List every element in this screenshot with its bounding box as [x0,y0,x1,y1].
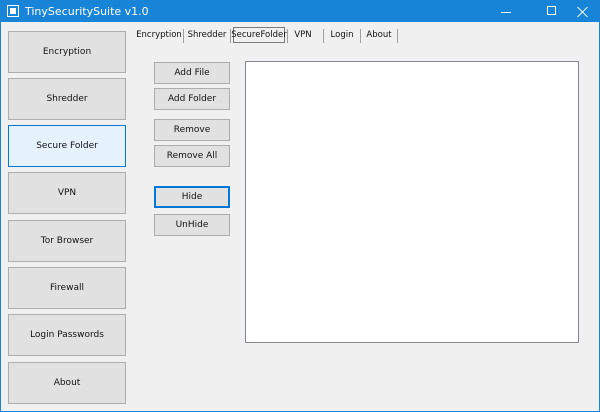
sidebar-item-label: Firewall [50,283,84,293]
tab-vpn[interactable]: VPN [290,27,316,43]
tab-login[interactable]: Login [326,27,358,43]
sidebar-item-label: Shredder [46,94,88,104]
sidebar-item-tor-browser[interactable]: Tor Browser [8,220,126,262]
remove-button[interactable]: Remove [154,119,230,141]
remove-all-button[interactable]: Remove All [154,145,230,167]
sidebar-item-vpn[interactable]: VPN [8,172,126,214]
sidebar-item-label: Encryption [42,47,92,57]
maximize-button[interactable] [535,1,569,22]
tab-securefolder[interactable]: SecureFolder [231,27,287,43]
sidebar-item-label: Secure Folder [36,141,98,151]
sidebar-item-label: Login Passwords [30,330,104,340]
tab-encryption[interactable]: Encryption [136,27,182,43]
hide-button[interactable]: Hide [154,186,230,208]
sidebar-item-label: About [53,378,81,388]
tab-divider [183,29,184,43]
sidebar-item-encryption[interactable]: Encryption [8,31,126,73]
tab-divider [323,29,324,43]
sidebar-item-shredder[interactable]: Shredder [8,78,126,120]
tab-strip: Encryption Shredder SecureFolder VPN Log… [134,27,594,45]
minimize-button[interactable] [489,1,523,22]
tab-divider [397,29,398,43]
unhide-button[interactable]: UnHide [154,214,230,236]
sidebar-item-secure-folder[interactable]: Secure Folder [8,125,126,167]
sidebar-item-firewall[interactable]: Firewall [8,267,126,309]
app-icon [7,5,19,17]
sidebar-item-label: VPN [57,188,77,198]
tab-about[interactable]: About [363,27,395,43]
minimize-icon [501,12,511,13]
close-button[interactable] [565,1,599,22]
sidebar-item-login-passwords[interactable]: Login Passwords [8,314,126,356]
tab-shredder[interactable]: Shredder [186,27,228,43]
title-bar[interactable]: TinySecuritySuite v1.0 [1,1,599,22]
maximize-icon [547,6,556,15]
sidebar-item-about[interactable]: About [8,362,126,404]
window-title: TinySecuritySuite v1.0 [25,5,149,18]
add-file-button[interactable]: Add File [154,62,230,84]
tab-divider [360,29,361,43]
tab-divider [287,29,288,43]
sidebar-item-label: Tor Browser [40,236,94,246]
file-list-box[interactable] [245,61,579,343]
close-icon [577,4,589,18]
add-folder-button[interactable]: Add Folder [154,88,230,110]
app-window: TinySecuritySuite v1.0 Encryption Shredd… [0,0,600,412]
